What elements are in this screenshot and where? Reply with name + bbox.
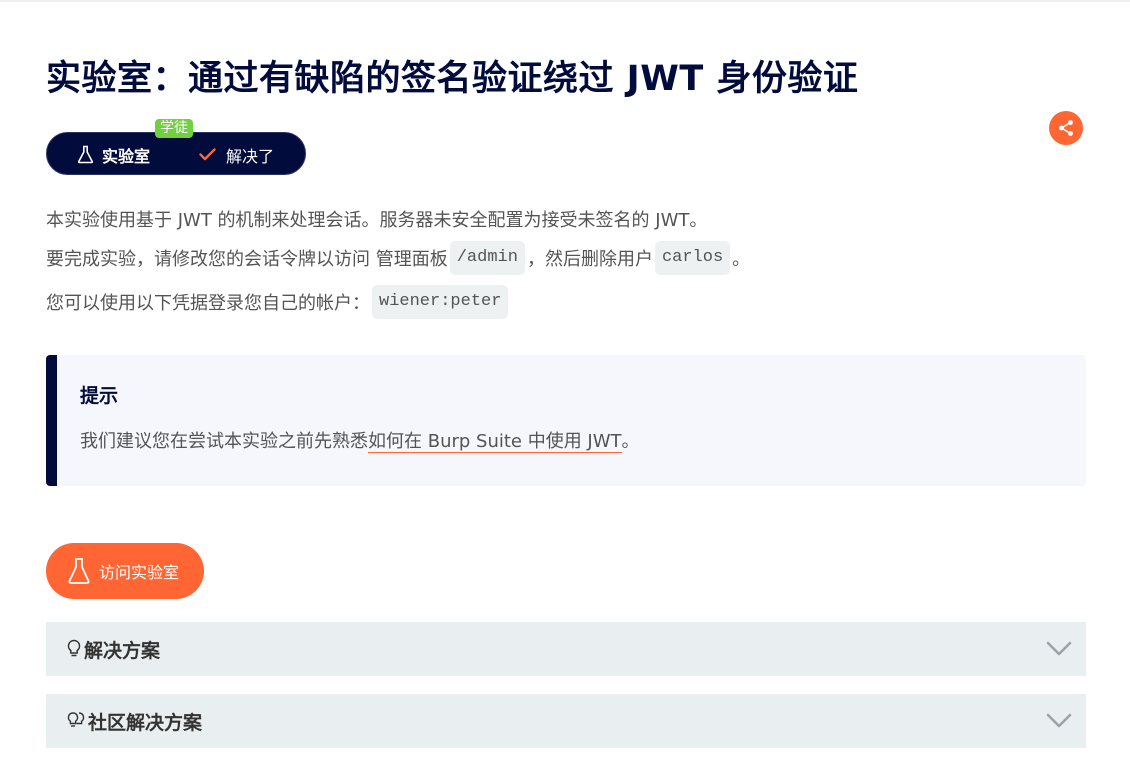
solved-status-text: 解决了 [226, 146, 275, 166]
credentials-code: wiener:peter [372, 285, 509, 319]
access-lab-button[interactable]: 访问实验室 [46, 543, 204, 599]
description-line-3-prefix: 您可以使用以下凭据登录您自己的帐户： [46, 293, 370, 314]
lab-status-badge: 学徒 实验室 解决了 [46, 119, 306, 176]
hint-box: 提示 我们建议您在尝试本实验之前先熟悉如何在 Burp Suite 中使用 JW… [46, 355, 1086, 486]
jwt-burp-link[interactable]: 如何在 Burp Suite 中使用 JWT [368, 431, 622, 453]
lab-page: 实验室：通过有缺陷的签名验证绕过 JWT 身份验证 学徒 实验室 解决了 本实验… [0, 0, 1130, 760]
solved-status: 解决了 [199, 133, 274, 176]
flask-icon [77, 145, 94, 164]
hint-text-prefix: 我们建议您在尝试本实验之前先熟悉 [80, 431, 368, 452]
checkmark-icon [199, 148, 216, 161]
access-lab-label: 访问实验室 [98, 563, 179, 582]
description-line-2: 要完成实验，请修改您的会话令牌以访问 管理面板 /admin ，然后删除用户 c… [46, 236, 1086, 280]
page-title: 实验室：通过有缺陷的签名验证绕过 JWT 身份验证 [46, 59, 859, 99]
lab-description: 本实验使用基于 JWT 的机制来处理会话。服务器未安全配置为接受未签名的 JWT… [46, 202, 1086, 324]
description-line-1: 本实验使用基于 JWT 的机制来处理会话。服务器未安全配置为接受未签名的 JWT… [46, 202, 1086, 236]
share-button[interactable] [1049, 111, 1083, 145]
hint-text-suffix: 。 [621, 431, 640, 452]
description-line-3: 您可以使用以下凭据登录您自己的帐户： wiener:peter [46, 280, 1086, 324]
community-solutions-label: 社区解决方案 [88, 711, 203, 734]
username-code: carlos [654, 241, 731, 275]
level-badge: 学徒 [155, 119, 193, 138]
flask-icon [68, 558, 90, 584]
description-line-2-prefix: 要完成实验，请修改您的会话令牌以访问 管理面板 [46, 249, 448, 270]
hint-text: 我们建议您在尝试本实验之前先熟悉如何在 Burp Suite 中使用 JWT。 [80, 427, 640, 453]
chevron-down-icon [1046, 641, 1072, 656]
solution-accordion-label: 解决方案 [84, 639, 161, 662]
hint-title: 提示 [80, 385, 119, 407]
description-line-2-mid: ，然后删除用户 [526, 249, 653, 270]
lab-type-label: 实验室 [77, 133, 150, 176]
description-line-2-suffix: 。 [732, 249, 751, 270]
lab-type-text: 实验室 [102, 146, 151, 166]
chevron-down-icon [1046, 713, 1072, 728]
description-line-1-text: 本实验使用基于 JWT 的机制来处理会话。服务器未安全配置为接受未签名的 JWT… [46, 210, 708, 231]
solution-accordion[interactable]: 解决方案 [46, 622, 1086, 676]
community-solutions-accordion[interactable]: 社区解决方案 [46, 694, 1086, 748]
lightbulb-icon [67, 639, 81, 657]
lightbulbs-icon [67, 712, 85, 727]
admin-path-code: /admin [449, 241, 525, 275]
share-icon [1059, 120, 1073, 136]
